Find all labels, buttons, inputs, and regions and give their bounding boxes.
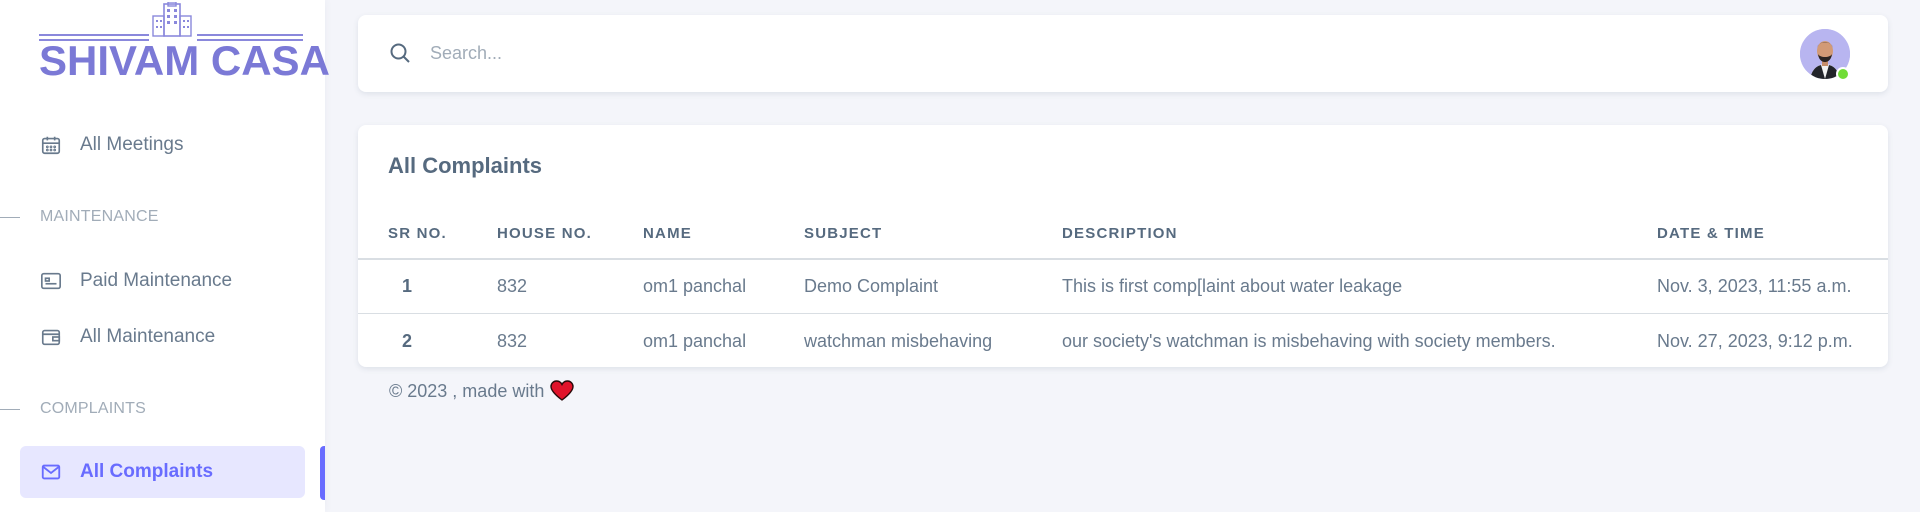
footer-text: © 2023 , made with bbox=[389, 380, 545, 401]
cell-house-no: 832 bbox=[497, 331, 528, 351]
sidebar-item-label: All Meetings bbox=[80, 134, 184, 155]
card-title: All Complaints bbox=[388, 153, 543, 178]
cell-subject: Demo Complaint bbox=[804, 276, 939, 296]
cell-sr-no: 2 bbox=[402, 331, 413, 351]
brand-name: SHIVAM CASA bbox=[39, 37, 330, 84]
menu-header-maintenance: MAINTENANCE bbox=[0, 205, 325, 229]
cell-description: our society's watchman is misbehaving wi… bbox=[1062, 331, 1556, 351]
id-card-icon bbox=[40, 270, 62, 292]
cell-date-time: Nov. 27, 2023, 9:12 p.m. bbox=[1657, 331, 1853, 351]
sidebar-item-paid-maintenance[interactable]: Paid Maintenance bbox=[20, 255, 305, 307]
sidebar-item-all-meetings[interactable]: All Meetings bbox=[20, 119, 305, 171]
calendar-icon bbox=[40, 134, 62, 156]
top-navbar bbox=[358, 15, 1888, 92]
col-header-date-time: DATE & TIME bbox=[1657, 225, 1765, 242]
sidebar-item-all-maintenance[interactable]: All Maintenance bbox=[20, 311, 305, 363]
cell-subject: watchman misbehaving bbox=[804, 331, 993, 351]
menu-header-complaints: COMPLAINTS bbox=[0, 397, 325, 421]
col-header-description: DESCRIPTION bbox=[1062, 225, 1178, 242]
complaints-card: All Complaints SR NO. HOUSE NO. NAME SUB… bbox=[358, 125, 1888, 367]
sidebar-item-label: All Maintenance bbox=[80, 326, 216, 347]
sidebar: SHIVAM CASA All Meetings MAINTENANCE Pai… bbox=[0, 0, 330, 512]
search-icon bbox=[388, 41, 412, 65]
heart-icon bbox=[550, 380, 575, 402]
cell-name: om1 panchal bbox=[643, 276, 747, 296]
online-status-dot bbox=[1836, 67, 1850, 81]
sidebar-item-label: Paid Maintenance bbox=[80, 270, 233, 291]
footer: © 2023 , made with bbox=[389, 380, 575, 402]
cell-name: om1 panchal bbox=[643, 331, 747, 351]
brand-logo[interactable]: SHIVAM CASA bbox=[39, 0, 330, 90]
cell-date-time: Nov. 3, 2023, 11:55 a.m. bbox=[1657, 276, 1852, 296]
col-header-subject: SUBJECT bbox=[804, 225, 883, 242]
search-input[interactable] bbox=[430, 35, 1330, 71]
sidebar-item-label: All Complaints bbox=[80, 461, 214, 482]
col-header-name: NAME bbox=[643, 225, 692, 242]
cell-house-no: 832 bbox=[497, 276, 528, 296]
col-header-house-no: HOUSE NO. bbox=[497, 225, 592, 242]
building-logo-icon bbox=[152, 2, 192, 37]
cell-sr-no: 1 bbox=[402, 276, 413, 296]
active-menu-marker bbox=[320, 446, 325, 500]
sidebar-item-all-complaints[interactable]: All Complaints bbox=[20, 446, 305, 498]
table-header-divider bbox=[358, 258, 1888, 260]
wallet-icon bbox=[40, 326, 62, 348]
col-header-sr-no: SR NO. bbox=[388, 225, 447, 242]
cell-description: This is first comp[laint about water lea… bbox=[1062, 276, 1403, 296]
row-divider bbox=[358, 313, 1888, 314]
envelope-icon bbox=[40, 461, 62, 483]
